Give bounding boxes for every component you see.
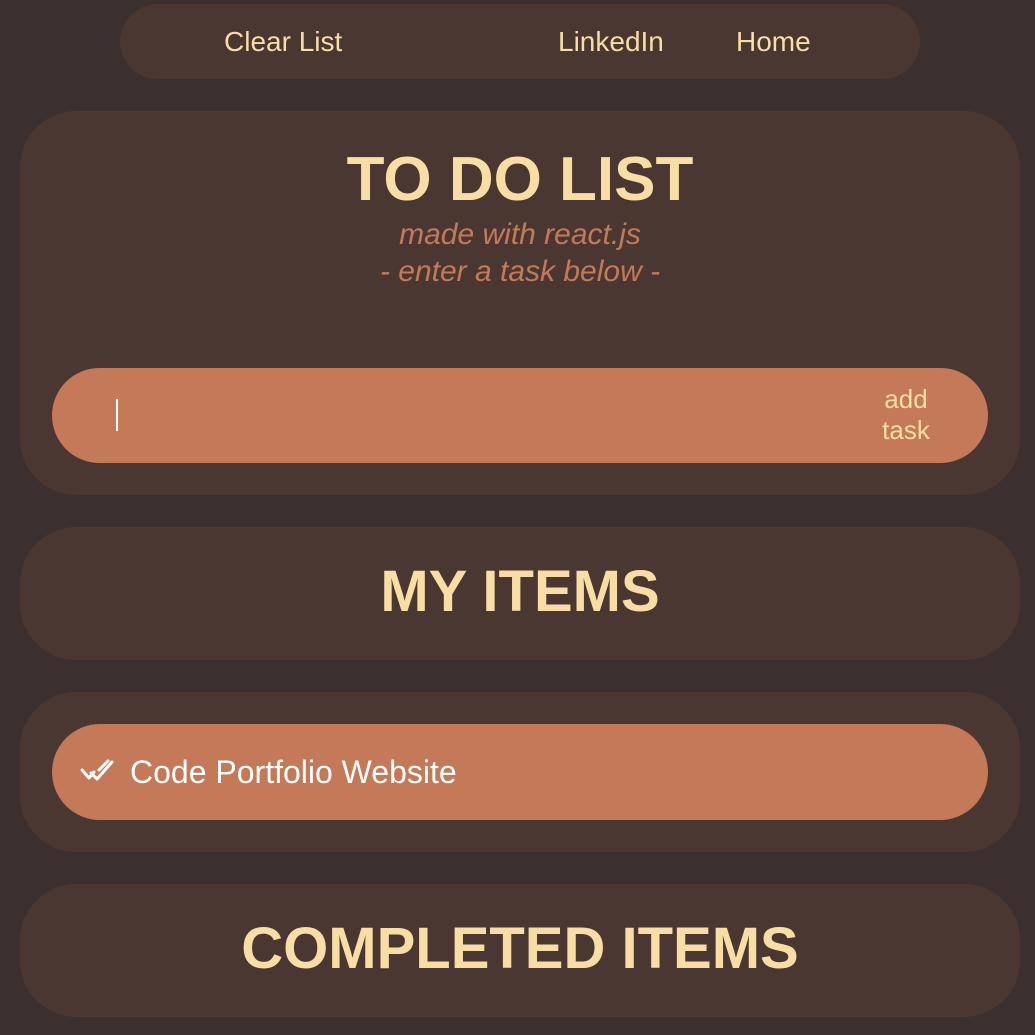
items-list-card: Code Portfolio Website	[20, 692, 1020, 852]
page-title: TO DO LIST	[346, 145, 694, 214]
add-task-button[interactable]: add task	[874, 384, 938, 446]
add-task-label-line2: task	[882, 415, 930, 445]
page-subtitle: made with react.js	[399, 218, 641, 251]
todo-app: Clear List LinkedIn Home TO DO LIST made…	[0, 0, 1035, 1035]
text-cursor	[116, 399, 118, 431]
top-nav: Clear List LinkedIn Home	[120, 4, 920, 79]
home-link[interactable]: Home	[736, 26, 811, 58]
completed-items-card: COMPLETED ITEMS	[20, 884, 1020, 1017]
double-check-icon[interactable]	[80, 758, 120, 784]
add-task-label-line1: add	[884, 384, 928, 414]
list-item[interactable]: Code Portfolio Website	[52, 724, 988, 820]
my-items-card: MY ITEMS	[20, 527, 1020, 660]
my-items-title: MY ITEMS	[380, 559, 660, 624]
page-instruction: - enter a task below -	[379, 255, 661, 288]
task-input[interactable]	[116, 395, 860, 437]
list-item-text: Code Portfolio Website	[130, 754, 457, 790]
task-input-container: add task	[52, 368, 988, 463]
header-card: TO DO LIST made with react.js - enter a …	[20, 111, 1020, 495]
linkedin-link[interactable]: LinkedIn	[558, 26, 664, 58]
clear-list-link[interactable]: Clear List	[224, 26, 342, 58]
completed-items-title: COMPLETED ITEMS	[241, 916, 799, 981]
